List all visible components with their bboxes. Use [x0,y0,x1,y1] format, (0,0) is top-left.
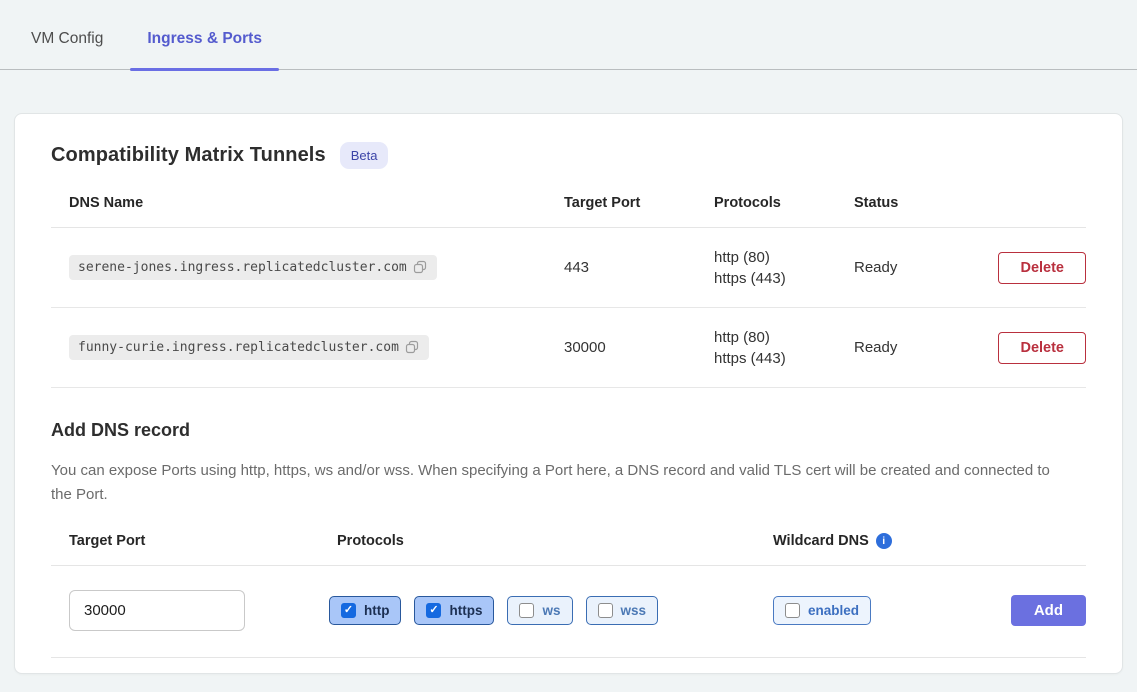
protocol-checkbox-https[interactable]: https [414,596,494,625]
protocol-checkbox-label: http [364,603,389,618]
add-button-cell: Add [976,595,1086,626]
column-header-dns-name: DNS Name [51,195,546,211]
beta-badge: Beta [340,142,389,169]
target-port-input[interactable] [69,590,245,631]
column-header-protocols: Protocols [696,195,836,211]
column-header-target-port: Target Port [546,195,696,211]
protocol-pill-group: http https ws wss [319,596,755,625]
tab-ingress-ports[interactable]: Ingress & Ports [130,30,279,69]
info-icon[interactable]: i [876,533,892,549]
protocol-line: http (80) [714,327,836,348]
copy-icon[interactable] [405,340,420,355]
tab-vm-config[interactable]: VM Config [14,30,120,69]
status-cell: Ready [836,259,976,276]
checkbox-icon [598,603,613,618]
form-label-row: Target Port Protocols Wildcard DNS i [51,533,1086,566]
dns-name-cell: serene-jones.ingress.replicatedcluster.c… [51,255,546,280]
label-protocols: Protocols [319,533,755,549]
protocols-cell: http (80) https (443) [696,327,836,369]
tab-bar: VM Config Ingress & Ports [0,0,1137,70]
checkbox-icon [785,603,800,618]
page-title: Compatibility Matrix Tunnels [51,144,326,167]
dns-name-pill: serene-jones.ingress.replicatedcluster.c… [69,255,437,280]
table-header-row: DNS Name Target Port Protocols Status [51,195,1086,228]
protocol-checkbox-http[interactable]: http [329,596,401,625]
card-title-row: Compatibility Matrix Tunnels Beta [51,142,1086,169]
protocol-line: http (80) [714,247,836,268]
dns-name-pill: funny-curie.ingress.replicatedcluster.co… [69,335,429,360]
dns-name-value: serene-jones.ingress.replicatedcluster.c… [78,260,407,275]
target-port-field-cell [51,590,319,631]
compatibility-matrix-tunnels-card: Compatibility Matrix Tunnels Beta DNS Na… [14,113,1123,674]
dns-name-cell: funny-curie.ingress.replicatedcluster.co… [51,335,546,360]
wildcard-checkbox-label: enabled [808,603,859,618]
protocol-line: https (443) [714,348,836,369]
status-cell: Ready [836,339,976,356]
protocols-cell: http (80) https (443) [696,247,836,289]
delete-button[interactable]: Delete [998,332,1086,364]
label-target-port: Target Port [51,533,319,549]
protocol-checkbox-label: https [449,603,482,618]
tunnels-table: DNS Name Target Port Protocols Status se… [51,195,1086,388]
dns-name-value: funny-curie.ingress.replicatedcluster.co… [78,340,399,355]
checkbox-icon [341,603,356,618]
add-dns-record-description: You can expose Ports using http, https, … [51,459,1061,507]
checkbox-icon [426,603,441,618]
add-dns-record-section: Add DNS record You can expose Ports usin… [51,420,1086,658]
protocol-line: https (443) [714,268,836,289]
protocol-checkbox-wss[interactable]: wss [586,596,659,625]
form-control-row: http https ws wss enabled [51,566,1086,658]
wildcard-enabled-checkbox[interactable]: enabled [773,596,871,625]
table-row: funny-curie.ingress.replicatedcluster.co… [51,308,1086,388]
protocol-checkbox-label: ws [542,603,560,618]
target-port-cell: 443 [546,259,696,276]
column-header-status: Status [836,195,976,211]
checkbox-icon [519,603,534,618]
delete-button[interactable]: Delete [998,252,1086,284]
protocol-checkbox-ws[interactable]: ws [507,596,572,625]
wildcard-dns-cell: enabled [755,596,976,625]
wildcard-dns-label-text: Wildcard DNS [773,533,869,549]
target-port-cell: 30000 [546,339,696,356]
label-wildcard-dns: Wildcard DNS i [755,533,976,549]
protocol-checkbox-label: wss [621,603,647,618]
add-button[interactable]: Add [1011,595,1086,626]
copy-icon[interactable] [413,260,428,275]
table-row: serene-jones.ingress.replicatedcluster.c… [51,228,1086,308]
add-dns-record-title: Add DNS record [51,420,1086,441]
actions-cell: Delete [976,252,1086,284]
actions-cell: Delete [976,332,1086,364]
